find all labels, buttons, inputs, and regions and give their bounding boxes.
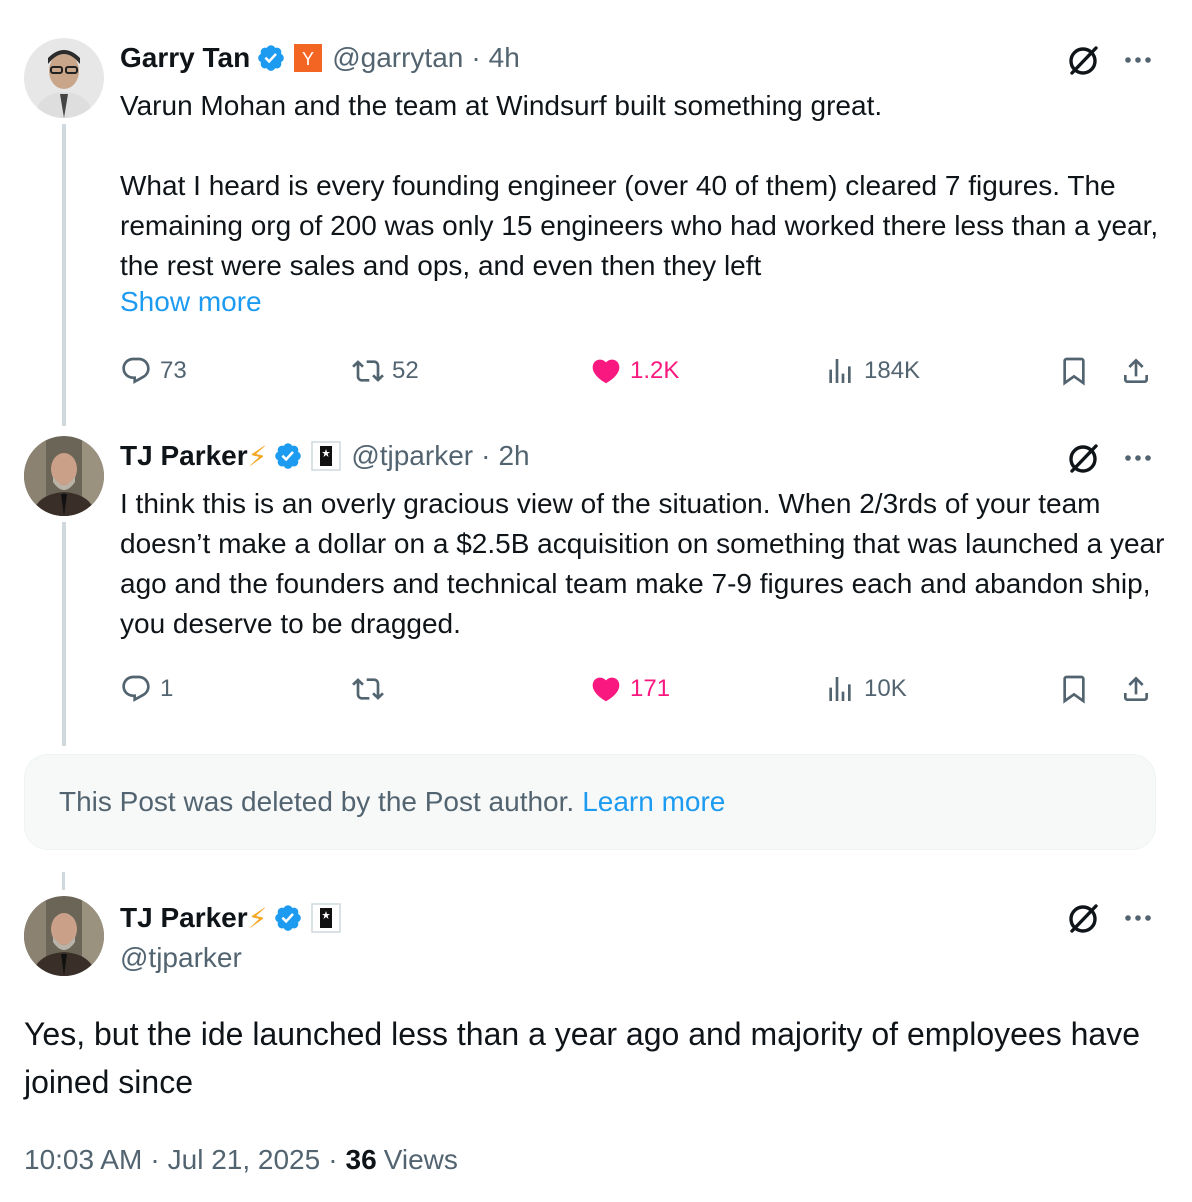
avatar-image bbox=[24, 38, 104, 118]
like-button[interactable]: 1.2K bbox=[590, 351, 679, 391]
share-button[interactable] bbox=[1120, 669, 1152, 709]
reply-button[interactable]: 73 bbox=[120, 351, 187, 391]
affiliate-badge[interactable] bbox=[311, 441, 342, 471]
grok-icon[interactable] bbox=[1064, 438, 1104, 478]
like-button[interactable]: 171 bbox=[590, 669, 670, 709]
repost-button[interactable]: 52 bbox=[352, 351, 419, 391]
heart-filled-icon bbox=[592, 359, 620, 384]
repost-count: 52 bbox=[392, 357, 419, 384]
main-post-text: Yes, but the ide launched less than a ye… bbox=[24, 1016, 1140, 1100]
verified-badge-icon[interactable] bbox=[273, 441, 303, 471]
tweet-text: Varun Mohan and the team at Windsurf bui… bbox=[120, 90, 1159, 281]
reply-icon bbox=[122, 357, 150, 384]
separator: · bbox=[328, 1144, 338, 1175]
separator: · bbox=[150, 1144, 160, 1175]
grok-icon[interactable] bbox=[1064, 40, 1104, 80]
share-icon bbox=[1124, 676, 1148, 701]
tweet-header: TJ Parker ⚡ @tjparker · 2h bbox=[120, 436, 530, 476]
lightning-emoji: ⚡ bbox=[247, 440, 268, 472]
author-handle[interactable]: @tjparker bbox=[120, 942, 242, 974]
more-options-icon[interactable] bbox=[1118, 898, 1158, 938]
views-count: 36 bbox=[345, 1144, 377, 1175]
tweet-actions: 73 52 1.2K 184K bbox=[120, 351, 1160, 391]
verified-badge-icon[interactable] bbox=[256, 43, 286, 73]
reply-button[interactable]: 1 bbox=[120, 669, 173, 709]
post-date[interactable]: Jul 21, 2025 bbox=[168, 1144, 321, 1176]
tweet-actions: 1 171 10K bbox=[120, 669, 1160, 709]
reply-count: 1 bbox=[160, 675, 174, 702]
bookmark-icon bbox=[1063, 675, 1085, 704]
bookmark-button[interactable] bbox=[1058, 669, 1090, 709]
y-combinator-icon: Y bbox=[294, 44, 323, 72]
repost-icon bbox=[352, 678, 384, 700]
thread-line-stub bbox=[62, 872, 65, 890]
reply-icon bbox=[122, 675, 150, 702]
repost-icon bbox=[352, 360, 384, 382]
affiliate-letter: Y bbox=[302, 49, 314, 69]
author-handle[interactable]: @tjparker bbox=[351, 440, 473, 472]
avatar-image bbox=[24, 436, 104, 516]
lightning-emoji: ⚡ bbox=[247, 902, 268, 934]
tweet-time[interactable]: 2h bbox=[498, 440, 529, 472]
heart-filled-icon bbox=[592, 677, 620, 702]
post-time[interactable]: 10:03 AM bbox=[24, 1144, 142, 1176]
learn-more-link[interactable]: Learn more bbox=[582, 786, 725, 818]
like-count: 1.2K bbox=[630, 357, 680, 384]
grok-icon[interactable] bbox=[1064, 898, 1104, 938]
avatar-garrytan[interactable] bbox=[24, 38, 104, 118]
avatar-image bbox=[24, 896, 104, 976]
avatar-tjparker[interactable] bbox=[24, 436, 104, 516]
repost-button[interactable] bbox=[352, 669, 392, 709]
avatar-tjparker[interactable] bbox=[24, 896, 104, 976]
thread-line bbox=[62, 522, 66, 746]
affiliate-badge-yc[interactable]: Y bbox=[294, 44, 323, 72]
author-name[interactable]: TJ Parker bbox=[120, 902, 248, 934]
author-name[interactable]: Garry Tan bbox=[120, 42, 250, 74]
affiliate-logo-icon bbox=[311, 903, 342, 933]
tweet-text: I think this is an overly gracious view … bbox=[120, 488, 1165, 639]
analytics-icon bbox=[829, 359, 851, 383]
thread-line bbox=[62, 124, 66, 426]
show-more-link[interactable]: Show more bbox=[120, 286, 262, 318]
view-count: 10K bbox=[864, 675, 907, 702]
separator: · bbox=[471, 42, 481, 73]
deleted-post-notice: This Post was deleted by the Post author… bbox=[24, 754, 1156, 850]
main-post-header: TJ Parker ⚡ bbox=[120, 898, 342, 938]
share-icon bbox=[1124, 358, 1148, 383]
views-button[interactable]: 184K bbox=[824, 351, 920, 391]
more-options-icon[interactable] bbox=[1118, 40, 1158, 80]
affiliate-badge[interactable] bbox=[311, 903, 342, 933]
tweet-header: Garry Tan Y @garrytan · 4h bbox=[120, 38, 520, 78]
bookmark-button[interactable] bbox=[1058, 351, 1090, 391]
like-count: 171 bbox=[630, 675, 671, 702]
tweet-time[interactable]: 4h bbox=[489, 42, 520, 74]
affiliate-logo-icon bbox=[311, 441, 342, 471]
view-count: 184K bbox=[864, 357, 921, 384]
verified-badge-icon[interactable] bbox=[273, 903, 303, 933]
more-options-icon[interactable] bbox=[1118, 438, 1158, 478]
deleted-notice-text: This Post was deleted by the Post author… bbox=[59, 786, 575, 817]
share-button[interactable] bbox=[1120, 351, 1152, 391]
separator: · bbox=[481, 440, 491, 471]
post-meta: 10:03 AM · Jul 21, 2025 · 36 Views bbox=[24, 1140, 458, 1180]
analytics-icon bbox=[829, 677, 851, 701]
author-handle[interactable]: @garrytan bbox=[332, 42, 463, 74]
author-name[interactable]: TJ Parker bbox=[120, 440, 248, 472]
views-label: Views bbox=[383, 1144, 458, 1175]
bookmark-icon bbox=[1063, 357, 1085, 386]
main-post-handle-row: @tjparker bbox=[120, 938, 242, 978]
views-button[interactable]: 10K bbox=[824, 669, 907, 709]
reply-count: 73 bbox=[160, 357, 187, 384]
